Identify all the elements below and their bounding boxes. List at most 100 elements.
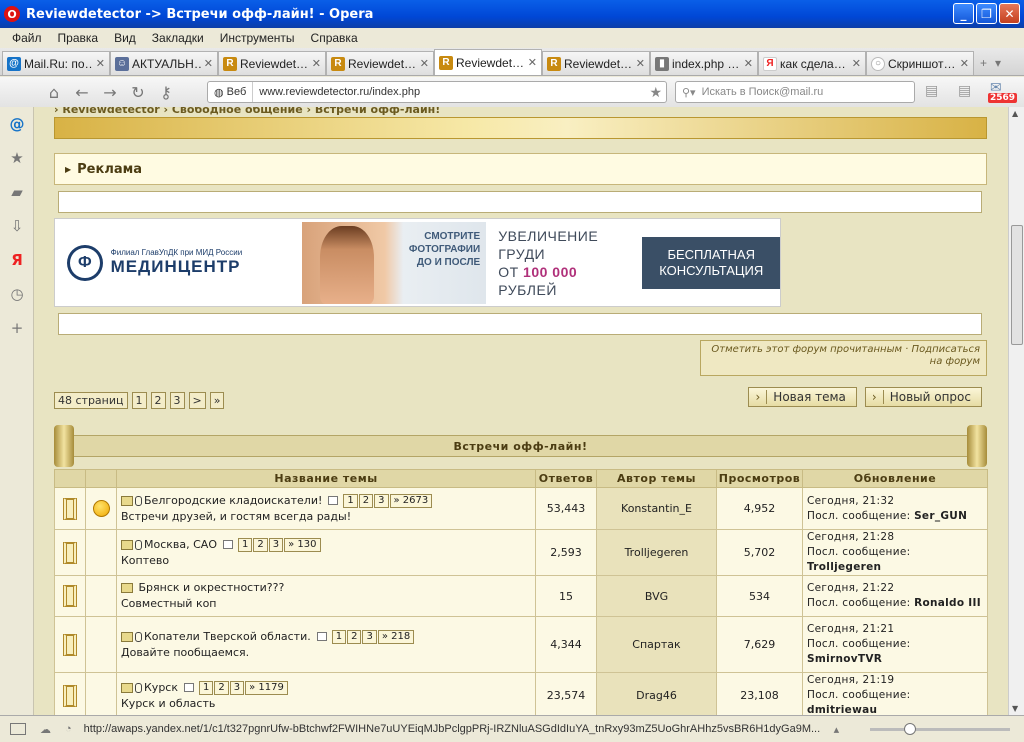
topic-author[interactable]: Konstantin_E <box>596 487 717 530</box>
bookmarks-panel-icon[interactable]: ★ <box>0 141 34 175</box>
topic-title[interactable]: Курск <box>144 681 178 694</box>
tab-close-icon[interactable]: ✕ <box>528 56 537 69</box>
col-views[interactable]: Просмотров <box>716 469 803 488</box>
tab-reviewdet-1[interactable]: R Reviewdet… ✕ <box>218 51 326 75</box>
topic-page-link[interactable]: » 218 <box>377 629 415 644</box>
topic-author[interactable]: Trolljegeren <box>596 529 717 576</box>
last-poster[interactable]: Ser_GUN <box>914 510 967 522</box>
downloads-icon[interactable]: ▤ <box>958 83 971 99</box>
col-replies[interactable]: Ответов <box>535 469 597 488</box>
new-topic-button[interactable]: › Новая тема <box>748 387 857 407</box>
menu-view[interactable]: Вид <box>106 31 144 45</box>
tab-close-icon[interactable]: ✕ <box>420 57 429 70</box>
topic-title[interactable]: Москва, САО <box>144 538 217 551</box>
page-3[interactable]: 3 <box>169 392 185 409</box>
tab-yandex[interactable]: Якак сдела… ✕ <box>758 51 866 75</box>
topic-title[interactable]: Белгородские кладоискатели! <box>144 494 322 507</box>
scroll-thumb[interactable] <box>1011 225 1023 345</box>
scroll-up-icon[interactable]: ▲ <box>1012 109 1018 118</box>
page-2[interactable]: 2 <box>150 392 166 409</box>
topic-page-link[interactable]: 1 <box>343 493 358 508</box>
replies-count[interactable]: 15 <box>535 575 597 617</box>
page-1[interactable]: 1 <box>131 392 147 409</box>
topic-page-link[interactable]: » 2673 <box>389 493 433 508</box>
tab-close-icon[interactable]: ✕ <box>744 57 753 70</box>
speed-dial-icon[interactable]: ◔ <box>65 723 72 735</box>
ad-banner[interactable]: Ф Филиал ГлавУпДК при МИД России МЕДИНЦЕ… <box>54 218 781 307</box>
tab-reviewdet-2[interactable]: R Reviewdet… ✕ <box>326 51 434 75</box>
address-field[interactable]: ◍ Веб www.reviewdetector.ru/index.php ★ <box>207 81 667 103</box>
topic-page-link[interactable]: 3 <box>229 680 245 695</box>
replies-count[interactable]: 2,593 <box>535 529 597 576</box>
notes-icon[interactable]: ▤ <box>925 83 938 99</box>
tab-screenshot[interactable]: ○ Скриншот… ✕ <box>866 51 974 75</box>
history-panel-icon[interactable]: ◷ <box>0 277 34 311</box>
topic-author[interactable]: Спартак <box>596 616 717 673</box>
replies-count[interactable]: 53,443 <box>535 487 597 530</box>
menu-edit[interactable]: Правка <box>50 31 107 45</box>
forward-icon[interactable]: → <box>96 83 124 102</box>
vertical-scrollbar[interactable]: ▲ ▼ <box>1008 107 1024 715</box>
tab-close-icon[interactable]: ✕ <box>960 57 969 70</box>
topic-page-link[interactable]: 1 <box>238 537 253 552</box>
menu-file[interactable]: Файл <box>4 31 50 45</box>
new-poll-button[interactable]: › Новый опрос <box>864 387 982 407</box>
back-icon[interactable]: ← <box>68 83 96 102</box>
topic-page-link[interactable]: » 1179 <box>245 680 288 695</box>
tab-close-icon[interactable]: ✕ <box>312 57 321 70</box>
topic-page-link[interactable]: 3 <box>374 493 389 508</box>
view-toggle-icon[interactable]: ▴ <box>834 723 840 736</box>
zoom-slider-handle[interactable] <box>904 723 916 735</box>
topic-author[interactable]: Drag46 <box>596 672 717 715</box>
tab-reviewdet-active[interactable]: R Reviewdet… ✕ <box>434 49 542 75</box>
tab-close-icon[interactable]: ✕ <box>204 57 213 70</box>
reload-icon[interactable]: ↻ <box>124 83 152 102</box>
tab-close-icon[interactable]: ✕ <box>852 57 861 70</box>
scroll-down-icon[interactable]: ▼ <box>1012 704 1018 713</box>
url-text[interactable]: www.reviewdetector.ru/index.php <box>253 86 645 98</box>
topic-title[interactable]: Копатели Тверской области. <box>144 630 311 643</box>
cloud-icon[interactable]: ☁ <box>40 723 51 736</box>
close-button[interactable]: ✕ <box>999 3 1020 24</box>
menu-bookmarks[interactable]: Закладки <box>144 31 212 45</box>
zoom-slider[interactable] <box>870 723 1010 735</box>
topic-author[interactable]: BVG <box>596 575 717 617</box>
topic-page-link[interactable]: 1 <box>199 680 214 695</box>
mail-panel-icon[interactable]: @ <box>0 107 34 141</box>
page-next[interactable]: > <box>188 392 206 409</box>
last-poster[interactable]: SmirnovTVR <box>807 653 882 665</box>
col-title[interactable]: Название темы <box>116 469 536 488</box>
replies-count[interactable]: 4,344 <box>535 616 597 673</box>
page-last[interactable]: » <box>209 392 225 409</box>
last-poster[interactable]: Trolljegeren <box>807 561 881 573</box>
tab-list-icon[interactable]: ▾ <box>995 56 1001 70</box>
tab-close-icon[interactable]: ✕ <box>636 57 645 70</box>
menu-help[interactable]: Справка <box>303 31 366 45</box>
topic-page-link[interactable]: 2 <box>358 493 374 508</box>
col-author[interactable]: Автор темы <box>596 469 717 488</box>
web-badge[interactable]: ◍ Веб <box>208 82 254 102</box>
topic-page-link[interactable]: 3 <box>268 537 284 552</box>
yandex-panel-icon[interactable]: Я <box>0 243 34 277</box>
new-tab-icon[interactable]: + <box>980 56 987 70</box>
menu-tools[interactable]: Инструменты <box>212 31 303 45</box>
minimize-button[interactable]: _ <box>953 3 974 24</box>
topic-page-link[interactable]: 2 <box>214 680 229 695</box>
search-field[interactable]: ⚲▾ Искать в Поиск@mail.ru <box>675 81 915 103</box>
notes-panel-icon[interactable]: ▰ <box>0 175 34 209</box>
panel-toggle-icon[interactable] <box>10 723 26 735</box>
replies-count[interactable]: 23,574 <box>535 672 597 715</box>
last-poster[interactable]: Ronaldo III <box>914 597 981 609</box>
topic-page-link[interactable]: 3 <box>362 629 377 644</box>
bookmark-star-icon[interactable]: ★ <box>645 84 666 101</box>
banner-cta-button[interactable]: БЕСПЛАТНАЯ КОНСУЛЬТАЦИЯ <box>642 236 780 289</box>
last-poster[interactable]: dmitriewau <box>807 704 877 715</box>
tab-index-php[interactable]: ▮ index.php … ✕ <box>650 51 758 75</box>
topic-page-link[interactable]: » 130 <box>284 537 321 552</box>
topic-page-link[interactable]: 2 <box>253 537 268 552</box>
tab-actual[interactable]: ☺ АКТУАЛЬН… ✕ <box>110 51 218 75</box>
add-panel-icon[interactable]: + <box>0 311 34 345</box>
mark-read-link[interactable]: Отметить этот форум прочитанным · Подпис… <box>700 340 987 376</box>
col-updated[interactable]: Обновление <box>802 469 988 488</box>
tab-mailru[interactable]: @ Mail.Ru: по… ✕ <box>2 51 110 75</box>
